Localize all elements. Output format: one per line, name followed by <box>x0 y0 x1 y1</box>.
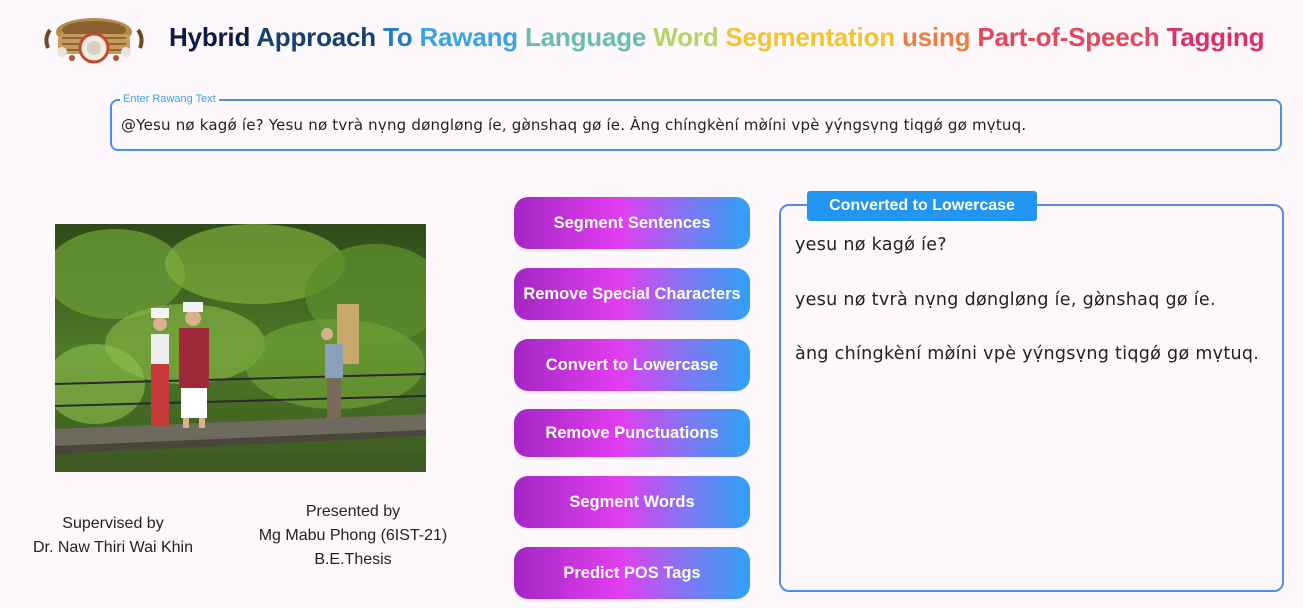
title-word: Word <box>653 22 719 52</box>
predict-pos-tags-button[interactable]: Predict POS Tags <box>514 547 750 599</box>
supervisor-name: Dr. Naw Thiri Wai Khin <box>32 539 194 556</box>
supervised-heading: Supervised by <box>62 515 164 532</box>
title-word: Rawang <box>419 22 518 52</box>
output-line: yesu nø tvrà nṿng døngløng íe, gø̀nshaq … <box>795 289 1216 310</box>
output-tab-label: Converted to Lowercase <box>807 191 1037 221</box>
rawang-text-input[interactable] <box>121 116 1271 134</box>
presented-by-block: Presented by Mg Mabu Phong (6IST-21) B.E… <box>245 500 461 572</box>
presenter-name: Mg Mabu Phong (6IST-21) <box>258 527 448 544</box>
title-word: Segmentation <box>725 22 895 52</box>
segment-words-button[interactable]: Segment Words <box>514 476 750 528</box>
rawang-people-photo <box>55 224 426 472</box>
title-word: using <box>901 22 971 52</box>
title-word: Approach <box>256 22 376 52</box>
remove-special-characters-button[interactable]: Remove Special Characters <box>514 268 750 320</box>
segment-sentences-button[interactable]: Segment Sentences <box>514 197 750 249</box>
rawang-text-label: Enter Rawang Text <box>120 93 219 105</box>
presented-heading: Presented by <box>305 503 401 520</box>
title-word: Part-of-Speech <box>977 22 1160 52</box>
supervised-by-block: Supervised by Dr. Naw Thiri Wai Khin <box>20 512 206 560</box>
output-line: yesu nø kagǿ íe? <box>795 235 947 255</box>
title-word: Hybrid <box>169 22 251 52</box>
convert-to-lowercase-button[interactable]: Convert to Lowercase <box>514 339 750 391</box>
output-lines: yesu nø kagǿ íe? yesu nø tvrà nṿng døngl… <box>795 232 1281 396</box>
title-word: Tagging <box>1166 22 1265 52</box>
title-word: Language <box>524 22 647 52</box>
thesis-label: B.E.Thesis <box>314 551 392 568</box>
output-line: àng chíngkèní mø̀íni vpè yṿ́ngsṿng tiqgǿ… <box>795 344 1260 364</box>
title-word: To <box>383 22 413 52</box>
remove-punctuations-button[interactable]: Remove Punctuations <box>514 409 750 457</box>
app-logo <box>42 12 146 66</box>
page-title: Hybrid Approach To Rawang Language Word … <box>169 22 1264 53</box>
rawang-text-field: Enter Rawang Text <box>110 93 1282 151</box>
